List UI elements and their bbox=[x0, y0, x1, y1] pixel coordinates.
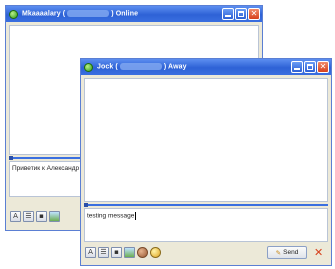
close-icon: ✕ bbox=[250, 9, 258, 18]
nudge-icon[interactable] bbox=[137, 247, 148, 258]
send-icon: ✎ bbox=[275, 249, 282, 257]
front-message-history[interactable] bbox=[84, 78, 328, 202]
back-splitter[interactable] bbox=[9, 156, 81, 160]
font-icon[interactable]: A bbox=[10, 211, 21, 222]
minimize-icon bbox=[223, 9, 233, 19]
send-button[interactable]: ✎ Send bbox=[267, 246, 307, 259]
front-window-contact-name: Jock ( bbox=[97, 63, 118, 71]
close-button[interactable]: ✕ bbox=[317, 61, 329, 73]
front-splitter[interactable] bbox=[84, 203, 328, 207]
front-chat-window: Jock ( ) Away ✕ testing message A ☰ ▪ ✎ S… bbox=[80, 58, 332, 266]
redacted-email bbox=[67, 10, 110, 18]
redacted-email bbox=[119, 63, 162, 71]
maximize-icon bbox=[236, 9, 246, 19]
front-toolbar: A ☰ ▪ bbox=[85, 247, 161, 258]
emoticon-panel-icon[interactable]: ☰ bbox=[23, 211, 34, 222]
font-icon[interactable]: A bbox=[85, 247, 96, 258]
text-caret bbox=[135, 212, 137, 220]
back-window-contact-name: Mkaaaalary ( bbox=[22, 10, 66, 18]
emoticon-icon[interactable] bbox=[150, 247, 161, 258]
maximize-icon bbox=[305, 62, 315, 72]
smiley-icon[interactable]: ▪ bbox=[111, 247, 122, 258]
send-label: Send bbox=[283, 249, 299, 256]
emoticon-panel-icon[interactable]: ☰ bbox=[98, 247, 109, 258]
away-status-icon bbox=[84, 62, 93, 72]
front-window-title: Jock ( ) Away bbox=[97, 63, 187, 71]
picture-icon[interactable] bbox=[124, 247, 135, 258]
front-window-status: ) Away bbox=[163, 63, 187, 71]
close-icon[interactable]: ✕ bbox=[314, 247, 323, 258]
maximize-button[interactable] bbox=[304, 61, 316, 73]
close-button[interactable]: ✕ bbox=[248, 8, 260, 20]
online-status-icon bbox=[9, 9, 18, 19]
close-icon: ✕ bbox=[319, 62, 327, 71]
smiley-icon[interactable]: ▪ bbox=[36, 211, 47, 222]
back-window-title: Mkaaaalary ( ) Online bbox=[22, 10, 139, 18]
front-message-text: testing message bbox=[87, 212, 135, 220]
back-toolbar: A ☰ ▪ bbox=[10, 211, 60, 222]
front-message-input[interactable]: testing message bbox=[84, 208, 328, 242]
back-window-titlebar[interactable]: Mkaaaalary ( ) Online ✕ bbox=[6, 6, 262, 22]
front-window-titlebar[interactable]: Jock ( ) Away ✕ bbox=[81, 59, 331, 75]
minimize-button[interactable] bbox=[291, 61, 303, 73]
minimize-button[interactable] bbox=[222, 8, 234, 20]
back-message-input[interactable]: Приветик к Александр bbox=[9, 161, 81, 197]
back-window-status: ) Online bbox=[111, 10, 139, 18]
minimize-icon bbox=[292, 62, 302, 72]
maximize-button[interactable] bbox=[235, 8, 247, 20]
picture-icon[interactable] bbox=[49, 211, 60, 222]
